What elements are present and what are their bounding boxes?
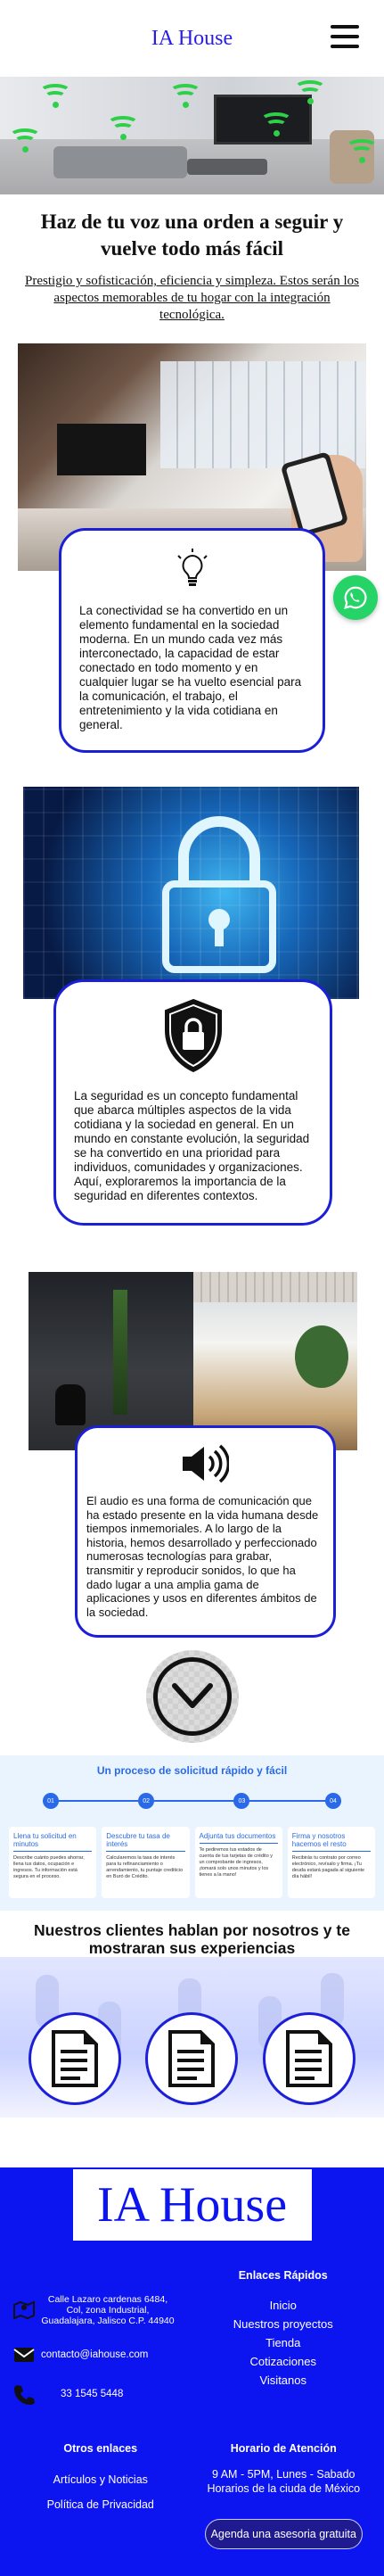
whatsapp-icon — [344, 586, 367, 609]
site-footer: IA House Calle Lazaro cardenas 6484, Col… — [0, 2167, 384, 2576]
brand-logo[interactable]: IA House — [151, 27, 233, 51]
hero-image — [0, 77, 384, 194]
testimonials-section: Nuestros clientes hablan por nosotros y … — [0, 1921, 384, 2119]
lightbulb-icon — [176, 549, 208, 586]
quick-links-title: Enlaces Rápidos — [238, 2269, 328, 2283]
testimonial-document-button[interactable] — [28, 2012, 121, 2106]
step-text: Calcularemos la tasa de interés para tu … — [106, 1855, 184, 1880]
lock-shield-icon — [164, 998, 222, 1073]
step-title: Adjunta tus documentos — [199, 1832, 278, 1845]
footer-email[interactable]: contacto@iahouse.com — [41, 2349, 148, 2360]
process-step: Adjunta tus documentos Te pediremos tus … — [194, 1827, 282, 1899]
document-icon — [51, 2030, 98, 2088]
hero-subline: Prestigio y sofisticación, eficiencia y … — [25, 274, 359, 322]
hours-title: Horario de Atención — [230, 2442, 337, 2456]
wifi-icon — [107, 116, 139, 141]
quick-link-proyectos[interactable]: Nuestros proyectos — [193, 2315, 374, 2333]
speaker-icon — [182, 1444, 229, 1483]
testimonial-document-button[interactable] — [145, 2012, 239, 2106]
wifi-icon — [294, 80, 326, 105]
wifi-icon — [39, 84, 71, 109]
testimonials-title: Nuestros clientes hablan por nosotros y … — [34, 1921, 350, 1958]
step-number: 01 — [43, 1793, 59, 1810]
wifi-icon — [169, 84, 201, 109]
quick-links: Inicio Nuestros proyectos Tienda Cotizac… — [193, 2296, 374, 2390]
map-icon — [13, 2300, 35, 2320]
step-title: Descubre tu tasa de interés — [106, 1832, 185, 1853]
footer-phone[interactable]: 33 1545 5448 — [61, 2389, 123, 2399]
process-section: Un proceso de solicitud rápido y fácil 0… — [0, 1755, 384, 1911]
schedule-consultation-button[interactable]: Agenda una asesoria gratuita — [204, 2519, 363, 2550]
other-links-title: Otros enlaces — [63, 2442, 138, 2456]
feature-card-security: La seguridad es un concepto fundamental … — [53, 979, 332, 1226]
testimonial-document-button[interactable] — [263, 2012, 356, 2106]
process-title: Un proceso de solicitud rápido y fácil — [96, 1764, 288, 1778]
step-title: Firma y nosotros hacemos el resto — [291, 1832, 371, 1853]
quick-link-visitanos[interactable]: Visitanos — [193, 2371, 374, 2390]
phone-icon — [14, 2385, 35, 2406]
chevron-down-icon — [171, 1683, 213, 1709]
footer-address: Calle Lazaro cardenas 6484, Col, zona In… — [41, 2294, 175, 2327]
document-icon — [286, 2030, 333, 2088]
footer-logo-text: IA House — [96, 2177, 288, 2233]
feature-text: La seguridad es un concepto fundamental … — [74, 1089, 310, 1202]
step-text: Describe cuánto puedes ahorrar, llena tu… — [13, 1855, 85, 1880]
wifi-icon — [260, 112, 292, 137]
wifi-icon — [9, 128, 41, 153]
site-header: IA House — [0, 0, 384, 77]
menu-icon[interactable] — [331, 25, 359, 48]
hero-headline: Haz de tu voz una orden a seguir y vuelv… — [40, 211, 344, 260]
quick-link-inicio[interactable]: Inicio — [193, 2296, 374, 2315]
scroll-down-button[interactable] — [145, 1650, 239, 1744]
link-privacidad[interactable]: Política de Privacidad — [9, 2492, 192, 2517]
whatsapp-button[interactable] — [333, 575, 378, 620]
step-number: 02 — [138, 1793, 155, 1810]
step-number: 04 — [325, 1793, 341, 1810]
link-articulos[interactable]: Artículos y Noticias — [9, 2467, 192, 2492]
process-step: Llena tu solicitud en minutos Describe c… — [9, 1827, 97, 1899]
step-number: 03 — [233, 1793, 250, 1810]
cyber-security-image — [23, 787, 359, 999]
feature-card-connectivity: La conectividad se ha convertido en un e… — [59, 528, 378, 753]
process-step: Firma y nosotros hacemos el resto Recibi… — [287, 1827, 375, 1899]
feature-text: La conectividad se ha convertido en un e… — [79, 604, 302, 731]
feature-text: El audio es una forma de comunicación qu… — [86, 1494, 319, 1619]
step-title: Llena tu solicitud en minutos — [13, 1832, 93, 1853]
hours-text: 9 AM - 5PM, Lunes - Sabado Horarios de l… — [207, 2468, 361, 2496]
quick-link-cotizaciones[interactable]: Cotizaciones — [193, 2352, 374, 2371]
step-text: Recibirás tu contrato por correo electró… — [291, 1855, 365, 1880]
document-icon — [168, 2030, 216, 2088]
audio-interior-image — [29, 1272, 357, 1450]
feature-card-audio: El audio es una forma de comunicación qu… — [75, 1425, 336, 1639]
step-text: Te pediremos tus estados de cuenta de tu… — [199, 1847, 274, 1878]
process-timeline: 01 02 03 04 — [43, 1793, 341, 1810]
wifi-icon — [346, 139, 378, 164]
quick-link-tienda[interactable]: Tienda — [193, 2333, 374, 2352]
mail-icon — [13, 2348, 35, 2363]
process-step: Descubre tu tasa de interés Calcularemos… — [102, 1827, 190, 1899]
footer-logo[interactable]: IA House — [72, 2169, 312, 2242]
